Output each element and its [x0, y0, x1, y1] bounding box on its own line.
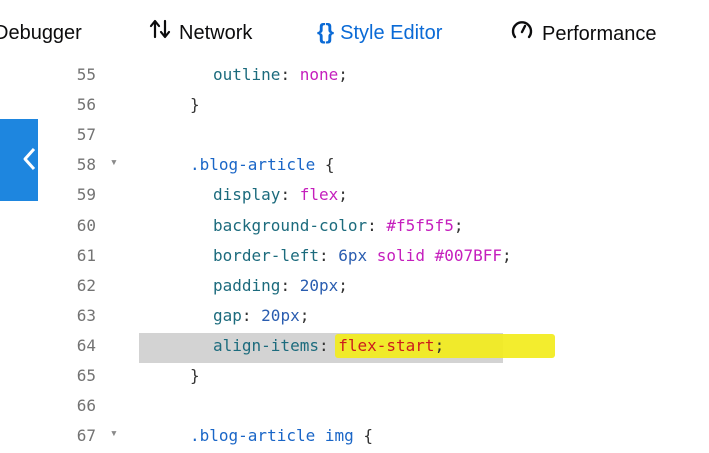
chevron-left-icon [23, 147, 36, 171]
tab-performance[interactable]: Performance [510, 18, 657, 48]
line-number: 63 [76, 305, 96, 325]
code-line: 59 display: flex; [38, 182, 709, 212]
code-text: } [190, 366, 200, 385]
code-text: padding: 20px; [213, 275, 348, 295]
code-line: 67 ▾ .blog-article img { [38, 423, 709, 453]
line-number: 56 [76, 95, 96, 115]
line-number: 66 [76, 396, 96, 416]
line-number: 59 [76, 185, 96, 205]
fold-toggle-icon[interactable]: ▾ [110, 426, 118, 441]
code-line: 62 padding: 20px; [38, 273, 709, 303]
line-number: 64 [76, 335, 96, 355]
code-text: display: flex; [213, 185, 348, 205]
code-line: 56} [38, 92, 709, 122]
code-text: .blog-article { [190, 155, 335, 175]
gauge-icon [510, 18, 534, 51]
code-text: background-color: #f5f5f5; [213, 215, 464, 235]
tab-network[interactable]: Network [149, 18, 252, 48]
fold-toggle-icon[interactable]: ▾ [110, 155, 118, 170]
line-number: 55 [76, 65, 96, 84]
line-number: 61 [76, 245, 96, 265]
code-text: border-left: 6px solid #007BFF; [213, 245, 512, 265]
line-number: 58 [76, 155, 96, 175]
code-line: 57 [38, 122, 709, 152]
code-line: 55 outline: none; [38, 62, 709, 92]
code-line: 64 align-items: flex-start; [38, 332, 709, 363]
line-number: 60 [76, 215, 96, 235]
devtools-toolbar: Debugger Network {} Style Editor Performa… [0, 0, 709, 62]
code-editor[interactable]: 55 outline: none; 56} 57 58 ▾ .blog-article {5… [38, 62, 709, 452]
code-line: 63 gap: 20px; [38, 303, 709, 333]
tab-debugger[interactable]: Debugger [0, 18, 82, 48]
tab-performance-label: Performance [542, 22, 657, 45]
line-number: 67 [76, 426, 96, 446]
network-arrows-icon [149, 18, 171, 49]
line-number: 57 [76, 125, 96, 145]
code-text: gap: 20px; [213, 305, 310, 325]
line-number: 65 [76, 366, 96, 385]
code-text: .blog-article img { [190, 426, 374, 446]
sidebar-toggle-button[interactable] [0, 119, 38, 201]
line-number: 62 [76, 275, 96, 295]
tab-network-label: Network [179, 22, 253, 44]
code-text: } [190, 95, 200, 115]
code-text: outline: none; [213, 65, 348, 84]
tab-style-editor[interactable]: {} Style Editor [317, 18, 442, 48]
code-line: 60 background-color: #f5f5f5; [38, 213, 709, 243]
tab-debugger-label: Debugger [0, 22, 82, 44]
code-line: 58 ▾ .blog-article { [38, 152, 709, 182]
code-line: 61 border-left: 6px solid #007BFF; [38, 243, 709, 273]
braces-icon: {} [317, 18, 335, 44]
code-line: 66 [38, 393, 709, 423]
code-line: 65} [38, 363, 709, 393]
tab-style-editor-label: Style Editor [340, 22, 443, 44]
code-text: align-items: flex-start; [213, 335, 445, 355]
